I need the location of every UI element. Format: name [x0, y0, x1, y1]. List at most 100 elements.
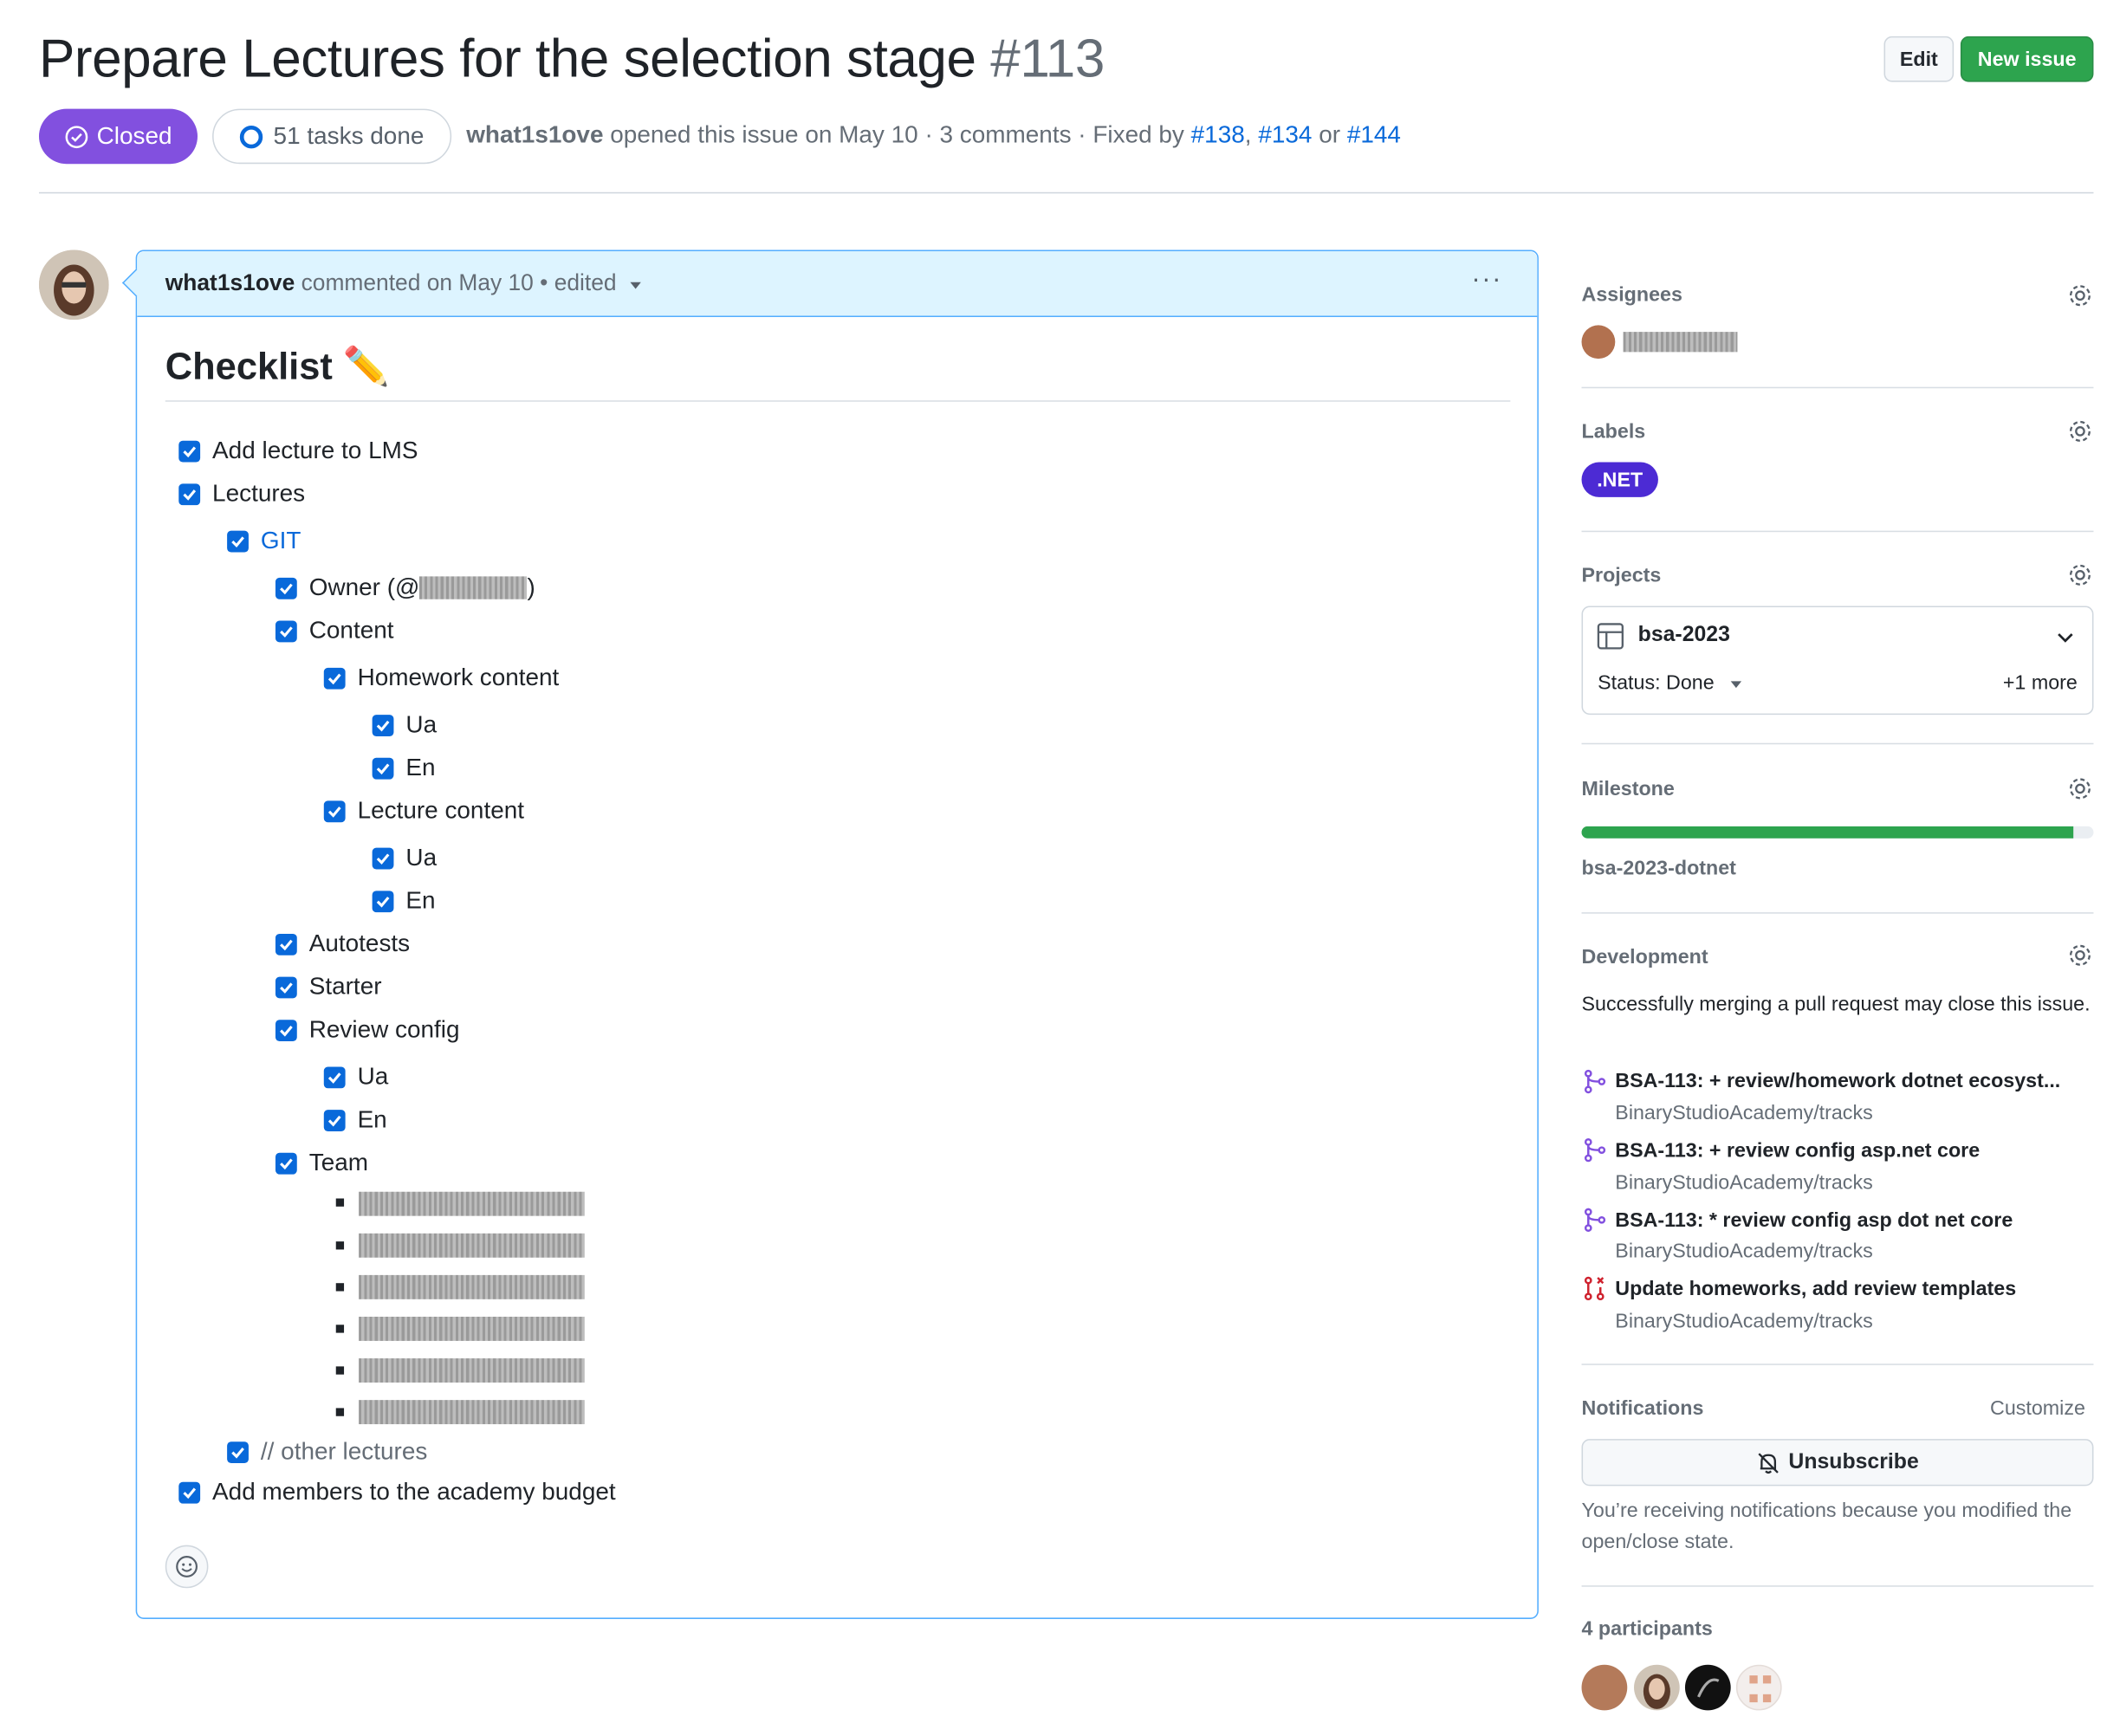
list-bullet	[335, 1408, 345, 1416]
task-item[interactable]: Owner (@)	[275, 573, 535, 602]
checkbox-checked-icon[interactable]	[323, 1066, 346, 1088]
checkbox-checked-icon[interactable]	[372, 714, 394, 736]
task-item[interactable]: Add members to the academy budget	[178, 1478, 616, 1506]
sep-or: or	[1319, 120, 1341, 148]
add-reaction-icon[interactable]	[165, 1545, 209, 1589]
task-item[interactable]: Team	[275, 1149, 368, 1177]
edit-button[interactable]: Edit	[1883, 36, 1955, 82]
redacted-member	[359, 1274, 585, 1299]
gear-icon[interactable]	[2066, 561, 2093, 588]
pr-title-link[interactable]: Update homeworks, add review templates	[1615, 1278, 2016, 1300]
list-bullet	[335, 1283, 345, 1292]
checkbox-checked-icon[interactable]	[178, 483, 201, 505]
checkbox-checked-icon[interactable]	[227, 1441, 249, 1463]
task-label: Content	[308, 616, 394, 644]
redacted-member	[359, 1400, 585, 1425]
chevron-down-icon[interactable]	[2054, 626, 2076, 648]
pr-title-link[interactable]: BSA-113: + review/homework dotnet ecosys…	[1615, 1070, 2060, 1092]
project-status[interactable]: Status: Done	[1598, 672, 1744, 695]
task-item[interactable]: Ua	[372, 710, 437, 739]
redacted-member	[359, 1358, 585, 1383]
gear-icon[interactable]	[2066, 282, 2093, 309]
development-text: Successfully merging a pull request may …	[1581, 993, 2091, 1016]
pr-title-link[interactable]: BSA-113: + review config asp.net core	[1615, 1139, 1980, 1162]
tasks-badge[interactable]: 51 tasks done	[212, 108, 452, 165]
checkbox-checked-icon[interactable]	[372, 756, 394, 779]
issue-meta: what1s1ove opened this issue on May 10 ·…	[466, 121, 1401, 150]
checkbox-checked-icon[interactable]	[275, 1151, 297, 1174]
task-label: Lecture content	[357, 796, 525, 824]
pr-repo[interactable]: BinaryStudioAcademy/tracks	[1615, 1310, 1872, 1332]
task-item[interactable]: En	[372, 887, 436, 916]
pr-repo[interactable]: BinaryStudioAcademy/tracks	[1615, 1171, 1872, 1194]
fixed-by-link-1[interactable]: #138	[1191, 121, 1245, 148]
status-badge: Closed	[38, 108, 198, 165]
checkbox-checked-icon[interactable]	[323, 1109, 346, 1131]
task-item[interactable]: Add lecture to LMS	[178, 437, 418, 465]
checkbox-checked-icon[interactable]	[323, 667, 346, 689]
kebab-menu-icon[interactable]: ···	[1471, 265, 1502, 296]
pr-title-link[interactable]: BSA-113: * review config asp dot net cor…	[1615, 1209, 2013, 1232]
task-item[interactable]: Ua	[323, 1063, 388, 1091]
gear-icon[interactable]	[2066, 942, 2093, 968]
task-item[interactable]: Homework content	[323, 664, 559, 692]
new-issue-button[interactable]: New issue	[1960, 36, 2094, 82]
pr-repo[interactable]: BinaryStudioAcademy/tracks	[1615, 1240, 1872, 1263]
checkbox-checked-icon[interactable]	[227, 529, 249, 552]
header-divider	[38, 191, 2094, 194]
task-item[interactable]: Ua	[372, 844, 437, 872]
participant-avatar[interactable]	[1735, 1664, 1782, 1711]
task-item[interactable]: Starter	[275, 973, 382, 1001]
participant-avatar[interactable]	[1634, 1664, 1680, 1711]
label-net[interactable]: .NET	[1581, 462, 1658, 497]
task-item[interactable]: Lecture content	[323, 796, 525, 826]
comment-author-link[interactable]: what1s1ove	[165, 270, 295, 295]
issue-opened-text: opened this issue on May 10 · 3 comments…	[610, 120, 1184, 148]
issue-title: Prepare Lectures for the selection stage…	[39, 29, 1105, 90]
caret-down-icon[interactable]	[627, 276, 644, 293]
task-item[interactable]: Lectures	[178, 480, 305, 508]
participant-avatar[interactable]	[1581, 1664, 1628, 1711]
avatar[interactable]	[38, 249, 109, 321]
task-item[interactable]: En	[372, 754, 436, 782]
sidebar-divider	[1581, 530, 2094, 533]
milestone-name[interactable]: bsa-2023-dotnet	[1582, 858, 1736, 880]
checkbox-checked-icon[interactable]	[275, 933, 297, 955]
task-item[interactable]: // other lectures	[227, 1438, 427, 1467]
gear-icon[interactable]	[2066, 775, 2093, 802]
gear-icon[interactable]	[2066, 418, 2093, 444]
checkbox-checked-icon[interactable]	[178, 439, 201, 462]
customize-link[interactable]: Customize	[1990, 1397, 2085, 1420]
git-link[interactable]: GIT	[261, 527, 301, 555]
checkbox-checked-icon[interactable]	[372, 846, 394, 869]
checkbox-checked-icon[interactable]	[372, 890, 394, 912]
list-bullet	[335, 1366, 345, 1375]
checkbox-checked-icon[interactable]	[275, 1019, 297, 1041]
fixed-by-link-3[interactable]: #144	[1347, 121, 1401, 148]
assignee-avatar[interactable]	[1581, 325, 1616, 360]
sidebar-divider	[1581, 912, 2094, 914]
check-circle-icon	[65, 125, 88, 148]
task-item[interactable]: Autotests	[275, 930, 410, 958]
checkbox-checked-icon[interactable]	[275, 577, 297, 599]
task-item[interactable]: Review config	[275, 1016, 460, 1045]
fixed-by-link-2[interactable]: #134	[1258, 121, 1312, 148]
comment-meta-text[interactable]: commented on May 10 • edited	[301, 270, 617, 295]
redacted-member	[359, 1233, 585, 1258]
checkbox-checked-icon[interactable]	[178, 1480, 201, 1503]
redacted-member	[359, 1316, 585, 1341]
project-name[interactable]: bsa-2023	[1638, 624, 1730, 648]
project-card[interactable]: bsa-2023 Status: Done +1 more	[1581, 606, 2094, 716]
participant-avatar[interactable]	[1684, 1664, 1731, 1711]
checkbox-checked-icon[interactable]	[275, 619, 297, 642]
pr-repo[interactable]: BinaryStudioAcademy/tracks	[1615, 1102, 1872, 1124]
project-more-link[interactable]: +1 more	[2003, 672, 2078, 695]
list-bullet	[335, 1325, 345, 1333]
issue-author-link[interactable]: what1s1ove	[466, 121, 603, 148]
task-item[interactable]: GIT	[227, 527, 301, 555]
checkbox-checked-icon[interactable]	[275, 975, 297, 998]
task-item[interactable]: En	[323, 1105, 387, 1134]
task-item[interactable]: Content	[275, 616, 394, 645]
unsubscribe-button[interactable]: Unsubscribe	[1581, 1439, 2094, 1487]
checkbox-checked-icon[interactable]	[323, 800, 346, 822]
